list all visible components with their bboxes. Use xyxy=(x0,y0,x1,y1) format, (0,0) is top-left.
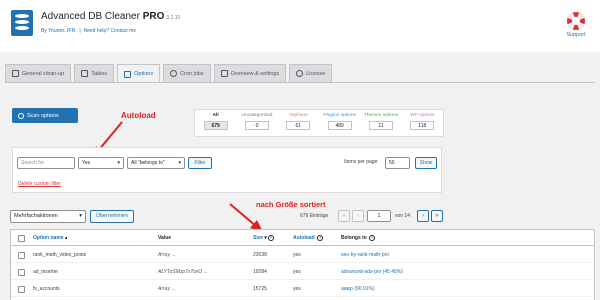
row-belongs-to[interactable]: advanced-ads-pro (45.45%) xyxy=(341,264,403,280)
author-link[interactable]: Younes JFR. xyxy=(48,28,76,34)
last-page-button[interactable]: » xyxy=(431,210,443,222)
row-size: 15725 xyxy=(253,286,267,292)
options-table: Option name ▴ Value Size ▾? Autoload ? B… xyxy=(10,229,595,300)
column-option-name[interactable]: Option name ▴ xyxy=(33,230,67,246)
current-page-input[interactable]: 1 xyxy=(367,210,391,222)
first-page-button[interactable]: « xyxy=(338,210,350,222)
row-autoload: yes xyxy=(293,286,301,292)
prev-page-button[interactable]: ‹ xyxy=(352,210,364,222)
column-autoload[interactable]: Autoload ? xyxy=(293,230,324,246)
items-per-page-input[interactable]: 50 xyxy=(385,157,410,169)
row-size: 19284 xyxy=(253,269,267,275)
key-icon xyxy=(296,70,304,77)
search-icon xyxy=(18,112,24,119)
row-autoload: yes xyxy=(293,252,301,258)
help-link[interactable]: Need help? Contact me xyxy=(83,28,136,34)
chevron-down-icon: ▾ xyxy=(117,160,120,166)
tab-options[interactable]: Options xyxy=(117,64,161,83)
options-icon xyxy=(124,70,132,78)
row-checkbox[interactable] xyxy=(18,269,25,276)
table-row: ad_inserter ALYToSMzp7xToxO ... 19284 ye… xyxy=(11,264,594,280)
delete-custom-filter-link[interactable]: Delete custom filter xyxy=(18,181,61,187)
entries-count: 679 Einträge xyxy=(300,213,329,219)
category-filter-box: All 679 Uncategorized 0 Orphans 61 Plugi… xyxy=(194,109,444,137)
autoload-select[interactable]: Yes ▾ xyxy=(78,157,124,169)
row-value: Array ... xyxy=(158,286,176,292)
row-autoload: yes xyxy=(293,269,301,275)
support-link[interactable]: Support xyxy=(563,12,589,38)
column-value: Value xyxy=(158,235,172,241)
chevron-down-icon: ▾ xyxy=(178,160,181,166)
help-icon: ? xyxy=(317,234,324,241)
byline: By Younes JFR. | Need help? Contact me xyxy=(41,28,137,34)
annotation-sorted: nach Größe sortiert xyxy=(256,200,326,209)
category-plugins-options[interactable]: Plugins options 489 xyxy=(319,110,360,136)
tab-tables[interactable]: Tables xyxy=(74,64,115,82)
plugin-header: Advanced DB Cleaner PRO 3.2.10 By Younes … xyxy=(0,0,600,52)
tab-overview-settings[interactable]: Overview & settings xyxy=(213,64,287,82)
tab-general-cleanup[interactable]: General clean-up xyxy=(5,64,72,82)
chart-icon xyxy=(220,70,228,77)
column-size[interactable]: Size ▾? xyxy=(253,230,274,246)
apply-button[interactable]: Übernehmen xyxy=(90,210,134,223)
row-size: 23038 xyxy=(253,252,267,258)
table-header: Option name ▴ Value Size ▾? Autoload ? B… xyxy=(11,230,594,246)
nav-tabs: General clean-up Tables Options Cron job… xyxy=(5,64,333,83)
bulk-actions-select[interactable]: Mehrfachaktionen ▾ xyxy=(10,210,86,223)
select-all-checkbox[interactable] xyxy=(18,235,25,242)
row-option-name: fs_accounts xyxy=(33,286,60,292)
category-uncategorized[interactable]: Uncategorized 0 xyxy=(236,110,277,136)
next-page-button[interactable]: › xyxy=(417,210,429,222)
help-icon: ? xyxy=(267,234,274,241)
row-belongs-to[interactable]: seo-by-rank-math-pro xyxy=(341,247,389,263)
column-belongs-to: Belongs to ? xyxy=(341,234,376,241)
table-icon xyxy=(81,70,89,77)
table-row: fs_accounts Array ... 15725 yes aawp (90… xyxy=(11,281,594,297)
database-icon xyxy=(11,10,33,36)
filter-button[interactable]: Filter xyxy=(188,157,212,169)
help-icon: ? xyxy=(369,234,376,241)
row-value: Array ... xyxy=(158,252,176,258)
row-option-name: ad_inserter xyxy=(33,269,59,275)
row-checkbox[interactable] xyxy=(18,252,25,259)
row-belongs-to[interactable]: aawp (90.91%) xyxy=(341,281,375,297)
tab-divider xyxy=(5,82,595,83)
category-orphans[interactable]: Orphans 61 xyxy=(278,110,319,136)
clock-icon xyxy=(170,70,178,77)
category-all[interactable]: All 679 xyxy=(195,110,236,136)
row-checkbox[interactable] xyxy=(18,286,25,293)
lifebuoy-icon xyxy=(567,12,585,30)
app-version: 3.2.10 xyxy=(166,15,181,21)
table-row: rank_math_video_posts Array ... 23038 ye… xyxy=(11,247,594,263)
scan-options-button[interactable]: Scan options xyxy=(12,108,78,123)
category-themes-options[interactable]: Themes options 11 xyxy=(360,110,401,136)
belongs-to-select[interactable]: All "belongs to" ▾ xyxy=(127,157,185,169)
broom-icon xyxy=(12,70,19,77)
tab-license[interactable]: License xyxy=(289,64,333,82)
category-wp-options[interactable]: WP options 118 xyxy=(402,110,443,136)
total-pages: von 14 xyxy=(395,213,411,219)
row-value: ALYToSMzp7xToxO ... xyxy=(158,269,208,275)
row-option-name: rank_math_video_posts xyxy=(33,252,87,258)
chevron-down-icon: ▾ xyxy=(79,213,82,219)
items-per-page-label: Items per page xyxy=(344,159,378,165)
tab-cron-jobs[interactable]: Cron jobs xyxy=(163,64,211,82)
search-input[interactable]: Search for xyxy=(17,157,75,169)
show-button[interactable]: Show xyxy=(415,157,437,169)
app-title: Advanced DB Cleaner PRO 3.2.10 xyxy=(41,11,181,22)
filter-bar: Search for Yes ▾ All "belongs to" ▾ Filter… xyxy=(12,147,442,193)
